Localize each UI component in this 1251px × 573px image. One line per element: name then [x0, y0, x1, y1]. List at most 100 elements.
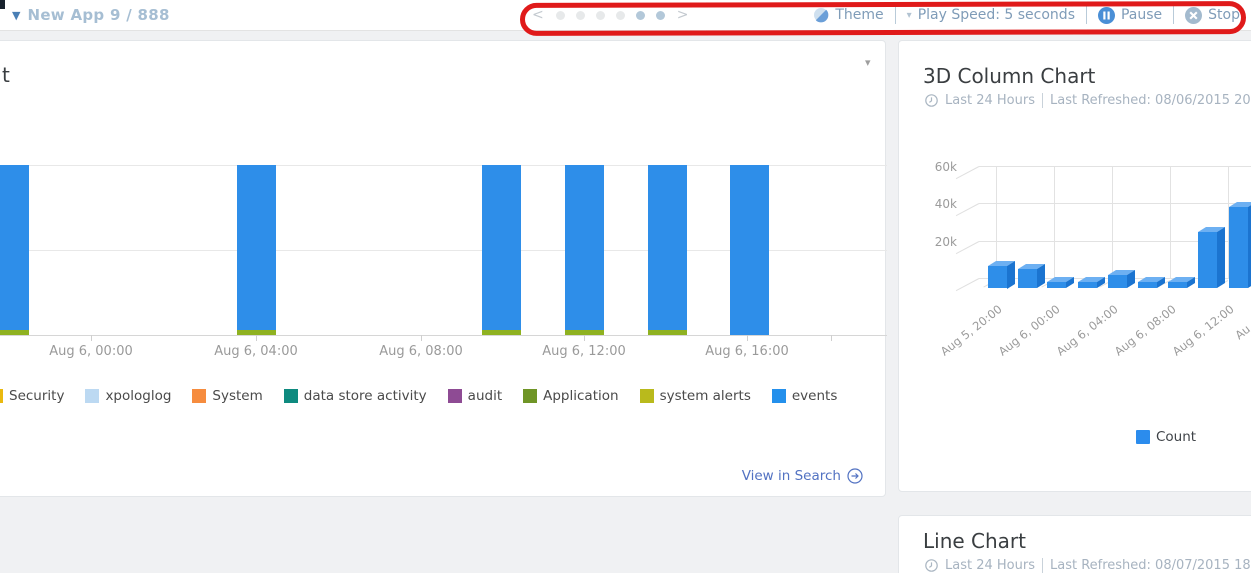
app-header: ▼ New App 9 / 888 < > Theme ▾ Play Speed…: [0, 0, 1251, 31]
x-axis-tick: [747, 335, 748, 341]
events-segment: [730, 165, 769, 335]
x-axis-tick: [584, 335, 585, 341]
legend-label: Application: [543, 388, 618, 404]
column-3d-7[interactable]: [1168, 282, 1187, 288]
line-chart-card: Line Chart Last 24 Hours Last Refreshed:…: [898, 515, 1251, 573]
column-3d-4[interactable]: [1078, 282, 1097, 288]
toolbar-divider: [1086, 6, 1087, 24]
legend-item-data-store-activity[interactable]: data store activity: [284, 388, 427, 404]
pager-prev-button[interactable]: <: [528, 7, 548, 23]
x-axis-tick: [421, 335, 422, 341]
caret-down-icon: ▼: [12, 10, 20, 21]
events-segment: [648, 165, 687, 335]
x-tick-label: Aug 6, 00:00: [21, 344, 161, 359]
gridline-3d-vertical: [1054, 166, 1055, 279]
legend-swatch: [284, 389, 298, 403]
legend-label: data store activity: [304, 388, 427, 404]
x-tick-label: Aug 6, 12:00: [514, 344, 654, 359]
application-segment: [0, 330, 29, 335]
count-legend-item[interactable]: Count: [1136, 429, 1196, 445]
view-in-search-link[interactable]: View in Search: [742, 468, 863, 484]
stacked-column-1[interactable]: [0, 165, 29, 335]
legend-item-xpologlog[interactable]: xpologlog: [85, 388, 171, 404]
gridline-3d: [979, 203, 1251, 204]
column-3d-side-face: [1007, 261, 1015, 288]
gridline-3d-vertical: [1112, 166, 1113, 279]
application-segment: [648, 330, 687, 335]
pager-dot-6[interactable]: [656, 11, 665, 20]
pause-label: Pause: [1121, 7, 1162, 23]
arrow-right-circle-icon: [847, 468, 863, 484]
toolbar-divider: [1173, 6, 1174, 24]
theme-button[interactable]: Theme: [813, 7, 883, 23]
pager-dot-5[interactable]: [636, 11, 645, 20]
application-segment: [482, 330, 521, 335]
gridline-3d: [979, 166, 1251, 167]
legend-label: system alerts: [660, 388, 751, 404]
x-axis-tick: [256, 335, 257, 341]
events-segment: [237, 165, 276, 335]
legend-label: System: [212, 388, 262, 404]
x-tick-label: Aug 6, 16:00: [677, 344, 817, 359]
legend-label: audit: [468, 388, 502, 404]
legend-swatch: [448, 389, 462, 403]
stacked-column-3[interactable]: [482, 165, 521, 335]
column-3d-5[interactable]: [1108, 275, 1127, 288]
app-title: New App 9 / 888: [27, 6, 169, 24]
pager-dot-1[interactable]: [556, 11, 565, 20]
main-plot: Aug 6, 00:00 Aug 6, 04:00 Aug 6, 08:00 Aug …: [0, 41, 887, 498]
legend-swatch: [640, 389, 654, 403]
column-3d-8[interactable]: [1198, 232, 1217, 288]
x-axis-tick: [91, 335, 92, 341]
legend-swatch: [0, 389, 3, 403]
column-3d-3[interactable]: [1047, 282, 1066, 288]
stacked-column-4[interactable]: [565, 165, 604, 335]
play-speed-label: Play Speed: 5 seconds: [918, 7, 1075, 23]
theme-contrast-icon: [813, 7, 829, 23]
legend-label: events: [792, 388, 837, 404]
legend-swatch: [85, 389, 99, 403]
stacked-column-6[interactable]: [730, 165, 769, 335]
legend-swatch: [1136, 430, 1150, 444]
pager-next-button[interactable]: >: [673, 7, 693, 23]
legend-item-system-alerts[interactable]: system alerts: [640, 388, 751, 404]
x-tick-label: Aug 6, 08:00: [351, 344, 491, 359]
legend-item-application[interactable]: Application: [523, 388, 618, 404]
stop-label: Stop: [1208, 7, 1240, 23]
stacked-column-5[interactable]: [648, 165, 687, 335]
pager-dots: [556, 11, 665, 20]
column-3d-1[interactable]: [988, 266, 1007, 289]
pager-dot-4[interactable]: [616, 11, 625, 20]
stop-button[interactable]: Stop: [1185, 7, 1240, 24]
gridline-3d-stub: [956, 278, 979, 291]
corner-chip: [0, 0, 5, 9]
legend-item-audit[interactable]: audit: [448, 388, 502, 404]
stacked-column-2[interactable]: [237, 165, 276, 335]
play-speed-button[interactable]: ▾ Play Speed: 5 seconds: [907, 7, 1075, 23]
column-3d-side-face: [1217, 227, 1225, 288]
pause-button[interactable]: Pause: [1098, 7, 1162, 24]
legend-item-events[interactable]: events: [772, 388, 837, 404]
clock-icon: [925, 559, 938, 572]
dashboard-pager: < >: [528, 0, 692, 30]
legend-item-security[interactable]: Security: [0, 388, 64, 404]
legend-swatch: [772, 389, 786, 403]
pager-dot-2[interactable]: [576, 11, 585, 20]
events-segment: [482, 165, 521, 335]
time-range-label: Last 24 Hours: [945, 558, 1035, 573]
column-3d-9[interactable]: [1229, 207, 1248, 288]
app-title-dropdown[interactable]: ▼ New App 9 / 888: [12, 0, 170, 30]
events-segment: [565, 165, 604, 335]
line-chart-title: Line Chart: [923, 529, 1026, 553]
x-axis-tick: [831, 335, 832, 341]
chart3d-plot: Aug 5, 20:00Aug 6, 00:00Aug 6, 04:00Aug …: [899, 41, 1251, 493]
column-3d-6[interactable]: [1138, 282, 1157, 288]
stop-icon: [1185, 7, 1202, 24]
legend-item-system[interactable]: System: [192, 388, 262, 404]
events-segment: [0, 165, 29, 335]
column-3d-2[interactable]: [1018, 269, 1037, 288]
gridline-3d-stub: [956, 203, 979, 216]
gridline-3d-vertical: [1170, 166, 1171, 279]
pager-dot-3[interactable]: [596, 11, 605, 20]
x-tick-label: Aug 6, 04:00: [186, 344, 326, 359]
